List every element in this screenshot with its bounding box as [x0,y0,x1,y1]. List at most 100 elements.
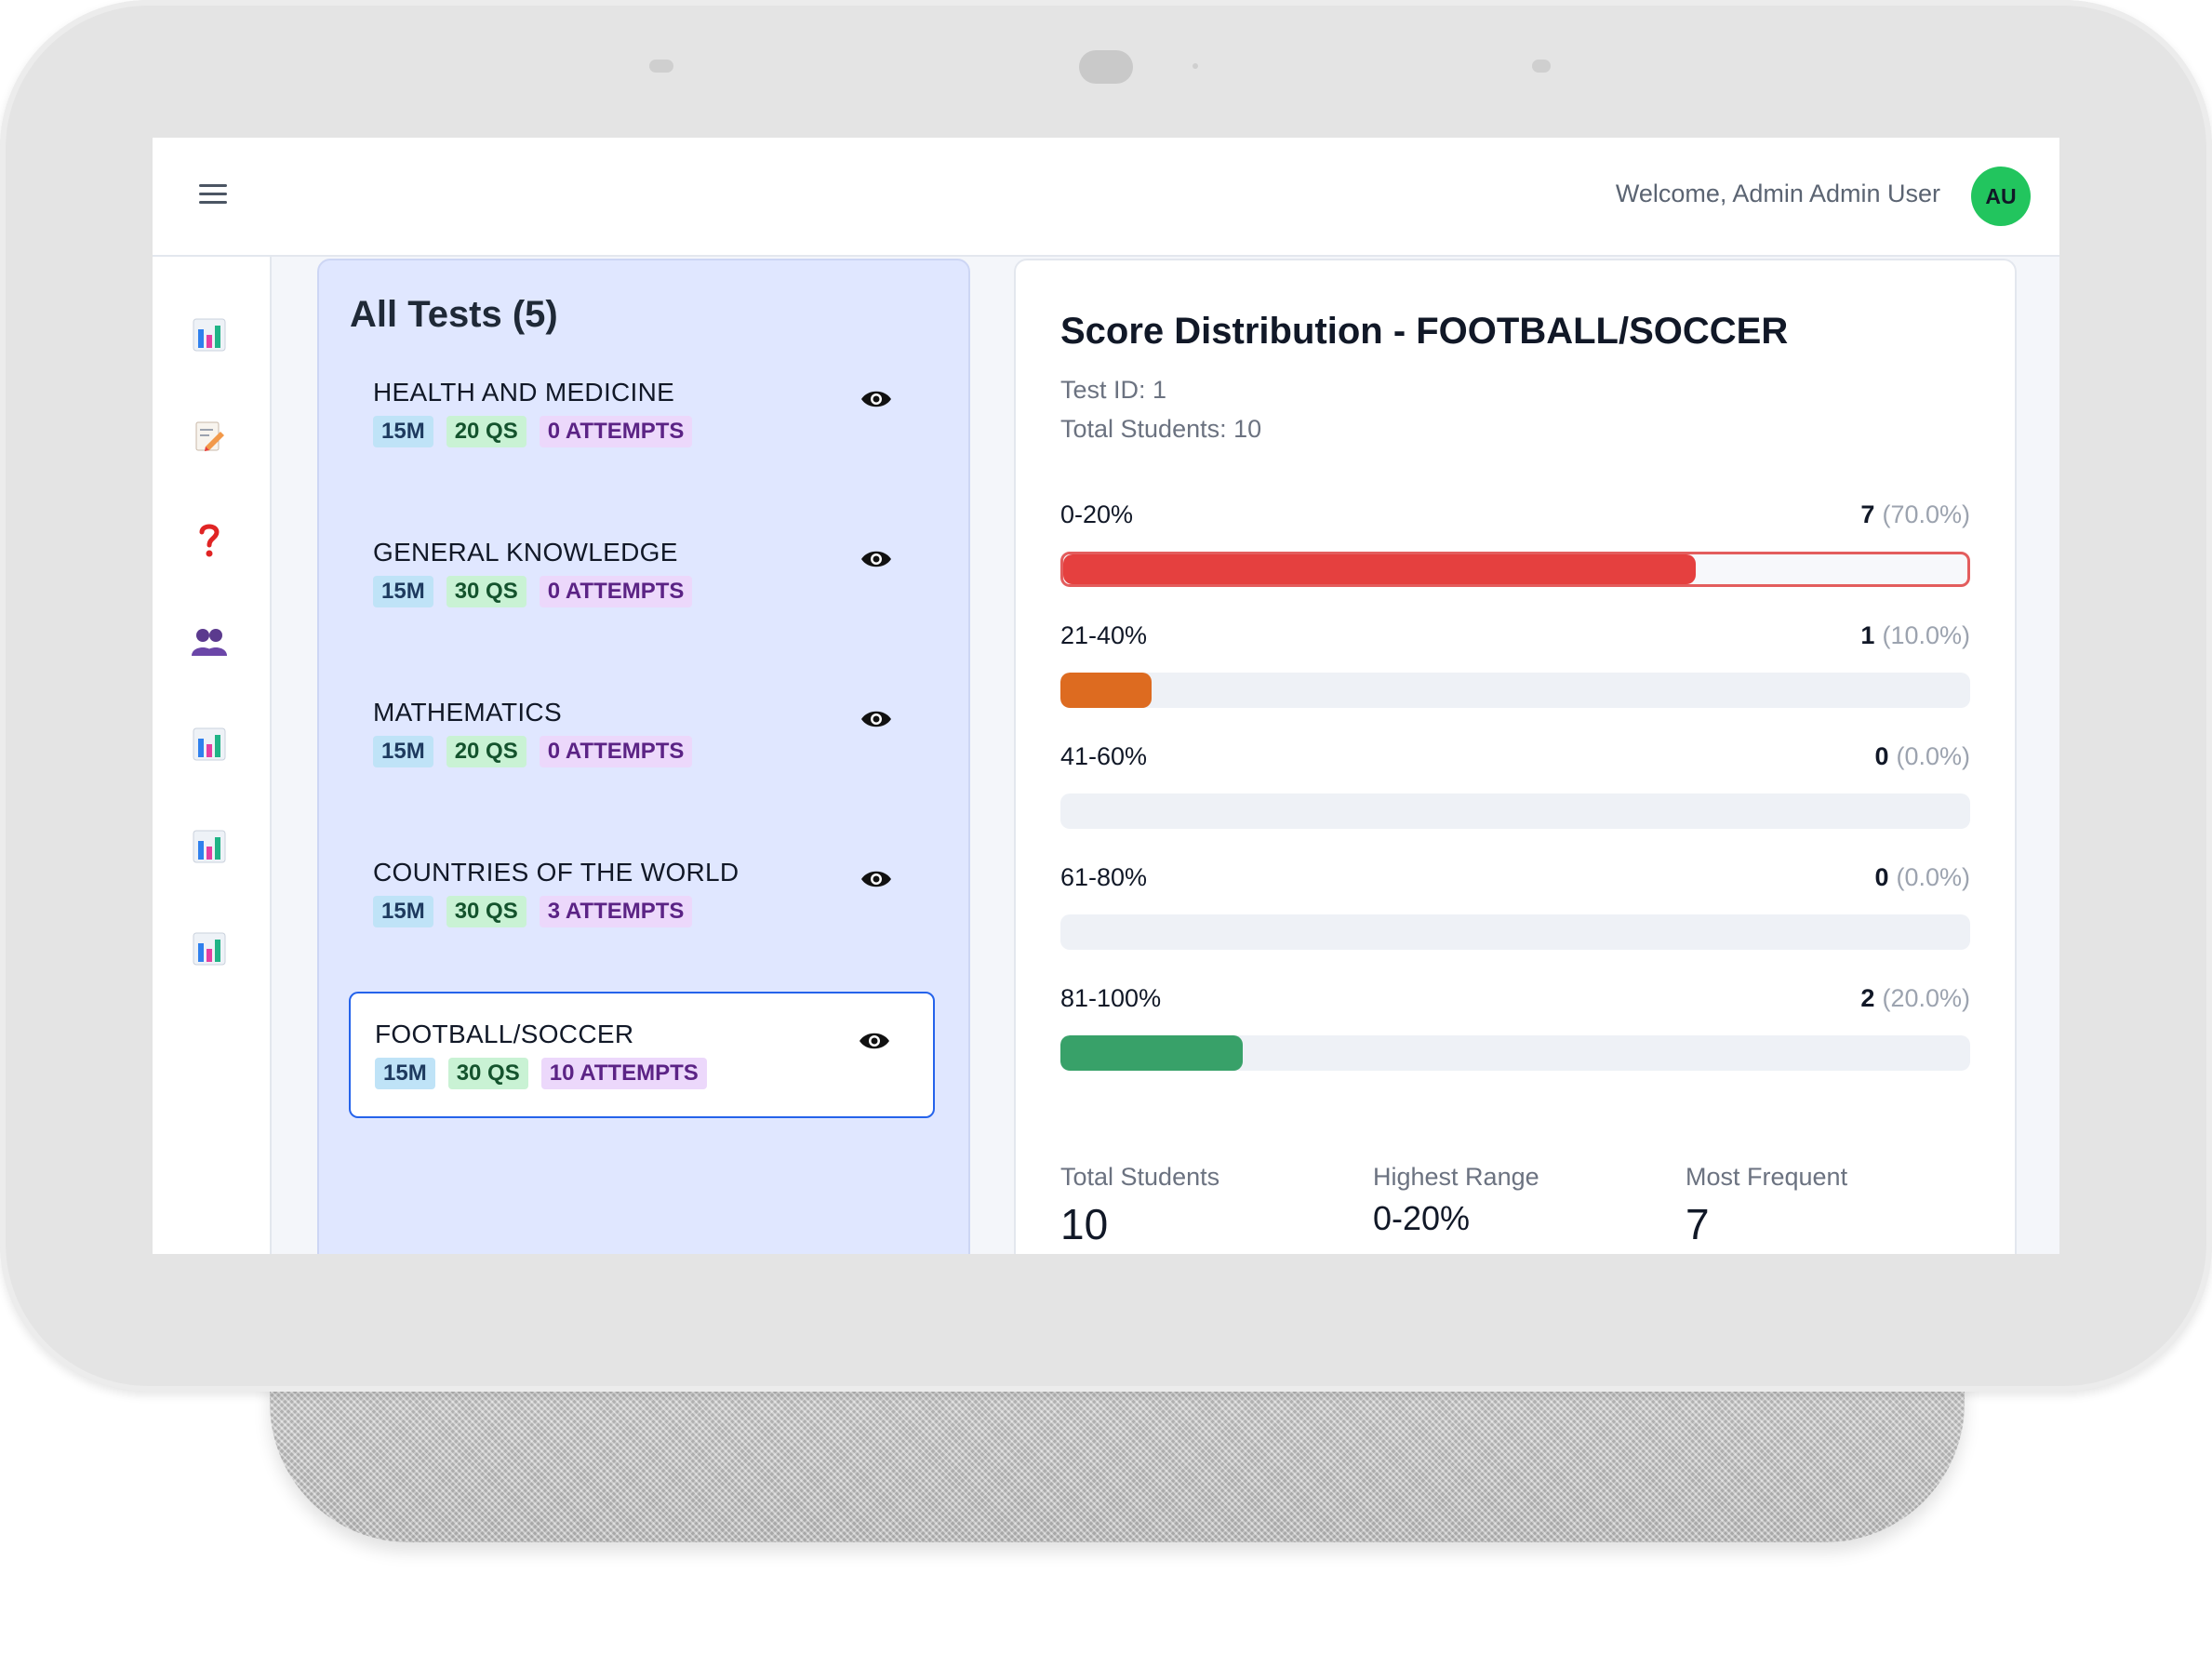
attempts-badge: 0 ATTEMPTS [539,416,693,447]
bar-chart-icon [193,318,226,352]
hamburger-menu-icon[interactable] [199,184,227,208]
eye-icon[interactable] [860,709,892,729]
test-badges: 15M 30 QS 10 ATTEMPTS [375,1058,707,1089]
test-card[interactable]: HEALTH AND MEDICINE 15M 20 QS 0 ATTEMPTS [349,352,935,478]
attempts-badge: 10 ATTEMPTS [540,1058,707,1089]
questions-badge: 30 QS [446,576,526,607]
attempts-badge: 3 ATTEMPTS [539,896,693,927]
range-count: 0 (0.0%) [1874,863,1970,892]
range-count: 2 (20.0%) [1860,984,1970,1013]
range-percent: (0.0%) [1896,742,1970,770]
range-bar-track[interactable] [1060,1035,1970,1071]
stat-value: 0-20% [1373,1199,1471,1237]
questions-badge: 20 QS [446,416,526,447]
device-bezel: Welcome, Admin Admin User AU All Tests (… [0,0,2212,1392]
stat-value: 7 [1686,1200,1710,1248]
sidebar-item-analytics[interactable] [191,828,228,865]
top-bar: Welcome, Admin Admin User AU [153,138,2059,257]
range-count-value: 0 [1874,863,1889,891]
stat-value: 10 [1060,1200,1109,1248]
range-bar-track[interactable] [1060,914,1970,950]
stat-most-frequent: Most Frequent 7 [1686,1163,1847,1249]
test-name: GENERAL KNOWLEDGE [373,538,678,567]
range-bar-fill [1063,554,1697,584]
distribution-title: Score Distribution - FOOTBALL/SOCCER [1060,311,1789,352]
range-percent: (10.0%) [1882,621,1970,649]
sensor-left [649,60,673,73]
duration-badge: 15M [373,576,433,607]
stat-label: Total Students [1060,1163,1220,1191]
range-count-value: 1 [1860,621,1875,649]
range-percent: (70.0%) [1882,500,1970,528]
duration-badge: 15M [373,896,433,927]
range-bar-track[interactable] [1060,673,1970,708]
test-badges: 15M 20 QS 0 ATTEMPTS [373,416,693,447]
test-name: MATHEMATICS [373,698,562,727]
sensor-right [1532,60,1551,73]
bar-chart-icon [193,932,226,966]
test-badges: 15M 30 QS 3 ATTEMPTS [373,896,693,927]
attempts-badge: 0 ATTEMPTS [539,736,693,767]
range-label: 0-20% [1060,500,1134,528]
sidebar-item-statistics[interactable] [191,930,228,967]
sidebar-item-questions[interactable] [191,521,228,558]
duration-badge: 15M [373,416,433,447]
questions-badge: 30 QS [446,896,526,927]
screen: Welcome, Admin Admin User AU All Tests (… [153,138,2059,1254]
range-count: 0 (0.0%) [1874,742,1970,771]
test-badges: 15M 20 QS 0 ATTEMPTS [373,736,693,767]
test-name: HEALTH AND MEDICINE [373,378,675,407]
range-label: 41-60% [1060,742,1148,770]
range-label: 21-40% [1060,621,1148,649]
duration-badge: 15M [373,736,433,767]
eye-icon[interactable] [860,389,892,409]
stat-label: Most Frequent [1686,1163,1848,1191]
range-percent: (20.0%) [1882,984,1970,1012]
range-label: 61-80% [1060,863,1148,891]
test-card[interactable]: COUNTRIES OF THE WORLD 15M 30 QS 3 ATTEMPTS [349,832,935,958]
range-label: 81-100% [1060,984,1162,1012]
range-count: 1 (10.0%) [1860,621,1970,650]
users-icon [192,629,227,656]
sidebar-item-users[interactable] [191,623,228,660]
range-bar-track[interactable] [1060,793,1970,829]
tests-title: All Tests (5) [350,294,558,335]
range-bar-track[interactable] [1060,552,1970,587]
sidebar [153,257,272,1254]
stat-highest-range: Highest Range 0-20% [1373,1163,1539,1238]
range-count-value: 0 [1874,742,1889,770]
distribution-panel: Score Distribution - FOOTBALL/SOCCER Tes… [1014,259,2017,1254]
bar-chart-icon [193,727,226,761]
welcome-text: Welcome, Admin Admin User [1615,180,1940,207]
avatar[interactable]: AU [1971,167,2031,226]
test-name: FOOTBALL/SOCCER [375,1020,634,1048]
range-bar-fill [1060,673,1152,708]
total-students-line: Total Students: 10 [1060,415,1262,443]
test-id: Test ID: 1 [1060,376,1167,404]
question-mark-icon [199,524,220,557]
duration-badge: 15M [375,1058,435,1089]
eye-icon[interactable] [859,1031,890,1051]
test-card[interactable]: GENERAL KNOWLEDGE 15M 30 QS 0 ATTEMPTS [349,512,935,638]
stat-label: Highest Range [1373,1163,1539,1191]
eye-icon[interactable] [860,869,892,889]
range-count: 7 (70.0%) [1860,500,1970,529]
questions-badge: 20 QS [446,736,526,767]
edit-memo-icon [195,421,224,451]
range-count-value: 7 [1860,500,1875,528]
bar-chart-icon [193,830,226,863]
test-badges: 15M 30 QS 0 ATTEMPTS [373,576,693,607]
test-card[interactable]: FOOTBALL/SOCCER 15M 30 QS 10 ATTEMPTS [349,992,935,1118]
sidebar-item-reports[interactable] [191,726,228,763]
eye-icon[interactable] [860,549,892,569]
attempts-badge: 0 ATTEMPTS [539,576,693,607]
questions-badge: 30 QS [447,1058,528,1089]
sidebar-item-dashboard[interactable] [191,316,228,353]
range-count-value: 2 [1860,984,1875,1012]
camera [1079,50,1133,84]
range-percent: (0.0%) [1896,863,1970,891]
test-card[interactable]: MATHEMATICS 15M 20 QS 0 ATTEMPTS [349,672,935,798]
sidebar-item-tests[interactable] [191,419,228,456]
stat-total-students: Total Students 10 [1060,1163,1219,1249]
range-bar-fill [1060,1035,1243,1071]
